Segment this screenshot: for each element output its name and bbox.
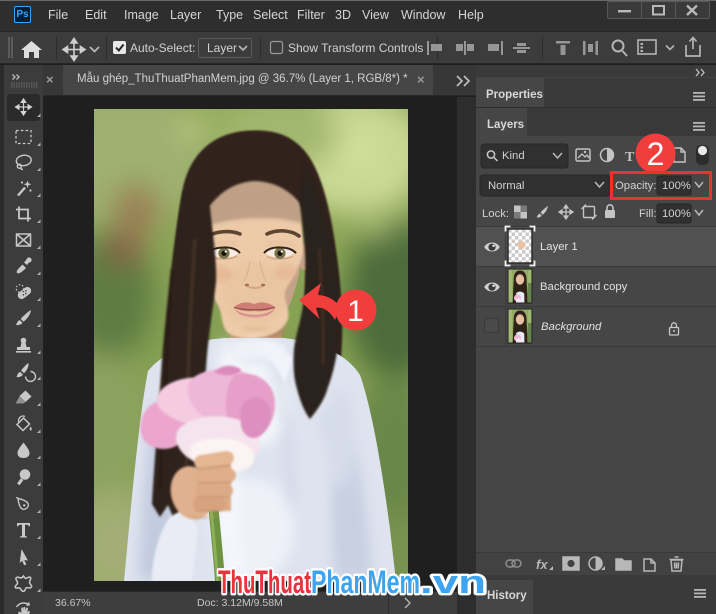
- svg-text:1: 1: [347, 295, 364, 328]
- svg-text:Layer: Layer: [207, 41, 237, 55]
- svg-text:Kind: Kind: [502, 150, 525, 162]
- svg-text:T: T: [625, 150, 635, 165]
- svg-text:Background: Background: [541, 321, 602, 333]
- svg-text:Opacity:: Opacity:: [615, 180, 656, 192]
- svg-text:2: 2: [647, 136, 665, 172]
- svg-text:PhanMem: PhanMem: [311, 564, 420, 600]
- svg-text:Layers: Layers: [487, 119, 524, 131]
- svg-text:Show Transform Controls: Show Transform Controls: [288, 41, 423, 55]
- svg-text:.vn: .vn: [420, 564, 486, 600]
- svg-text:Lock:: Lock:: [482, 208, 509, 220]
- svg-text:Properties: Properties: [486, 89, 543, 101]
- svg-text:100%: 100%: [662, 208, 691, 220]
- svg-text:Auto-Select:: Auto-Select:: [130, 41, 195, 55]
- svg-text:Layer 1: Layer 1: [540, 241, 578, 253]
- svg-text:ThuThuat: ThuThuat: [218, 564, 311, 600]
- svg-text:Fill:: Fill:: [639, 208, 657, 220]
- svg-text:fx: fx: [536, 557, 548, 572]
- svg-text:Background copy: Background copy: [540, 281, 628, 293]
- svg-text:100%: 100%: [662, 180, 691, 192]
- svg-text:Normal: Normal: [488, 180, 524, 192]
